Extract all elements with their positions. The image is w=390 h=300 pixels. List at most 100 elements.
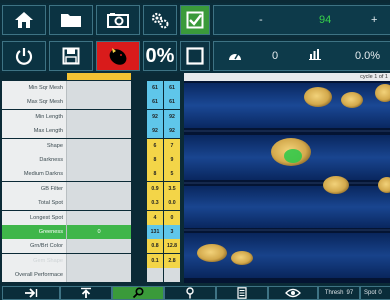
gears-icon (151, 12, 169, 29)
setting-current-value (67, 124, 131, 139)
stop-button[interactable] (96, 41, 140, 71)
setting-row[interactable]: Gem Shape 0.1 2.8 (0, 253, 184, 269)
setting-min-value[interactable]: 4 (147, 210, 163, 225)
setting-max-value[interactable]: 3.5 (164, 181, 180, 196)
setting-min-value[interactable]: 6 (147, 138, 163, 153)
setting-max-value[interactable]: 0 (164, 210, 180, 225)
setting-current-value (67, 196, 131, 211)
setting-min-value[interactable]: 0.1 (147, 253, 163, 268)
setting-max-value[interactable]: 0.0 (164, 196, 180, 211)
camera-icon (107, 13, 129, 28)
checkbox-checked-icon (186, 11, 204, 29)
stats-panel: 0 0.0% (213, 41, 390, 71)
camera-button[interactable] (96, 5, 140, 35)
spot-display: Spot 0 (360, 286, 390, 300)
setting-min-value[interactable]: 92 (147, 124, 163, 139)
setting-row[interactable]: Min Length 92 92 (0, 109, 184, 125)
setting-max-value[interactable]: 7 (164, 138, 180, 153)
setting-row[interactable]: Max Length 92 92 (0, 124, 184, 139)
home-button[interactable] (2, 5, 46, 35)
setting-min-value[interactable]: 0.8 (147, 239, 163, 254)
potato (341, 92, 363, 108)
power-button[interactable] (2, 41, 46, 71)
setting-current-value (67, 167, 131, 182)
potato (304, 87, 332, 107)
setting-row[interactable]: Shape 6 7 (0, 138, 184, 154)
setting-max-value[interactable]: 5 (164, 167, 180, 182)
setting-min-value[interactable]: 61 (147, 95, 163, 110)
cycle-indicator: cycle 1 of 1 (184, 73, 390, 81)
setting-row[interactable]: Medium Darkns 8 5 (0, 167, 184, 182)
setting-current-value (67, 181, 131, 196)
setting-row[interactable]: Greeness 0 131 3 (0, 225, 184, 240)
view-button[interactable] (268, 286, 318, 300)
setting-min-value[interactable]: 131 (147, 225, 163, 239)
next-button[interactable] (2, 286, 60, 300)
camera-image (184, 73, 390, 283)
setting-min-value[interactable]: 8 (147, 167, 163, 182)
setting-max-value[interactable]: 12.8 (164, 239, 180, 254)
setting-max-value[interactable]: 9 (164, 153, 180, 167)
counter-panel: - 94 + (213, 5, 390, 35)
conveyor-image (184, 73, 390, 283)
setting-row[interactable]: GB Filter 0.9 3.5 (0, 181, 184, 197)
setting-current-value (67, 153, 131, 167)
search-button[interactable] (112, 286, 164, 300)
setting-label: Gem Shape (2, 253, 67, 268)
arrow-right-icon (25, 288, 38, 298)
upload-button[interactable] (60, 286, 112, 300)
checkbox-empty-icon (186, 47, 204, 65)
decrement-button[interactable]: - (259, 14, 263, 26)
setting-current-value (67, 268, 131, 283)
eye-icon (285, 288, 301, 298)
second-toolbar: 0% 0 0.0% (0, 39, 390, 73)
setting-current-value (67, 109, 131, 124)
threshold-value: 97 (346, 290, 354, 296)
setting-row[interactable]: Darkness 8 9 (0, 153, 184, 168)
settings-button[interactable] (143, 5, 177, 35)
save-button[interactable] (49, 41, 93, 71)
threshold-display: Thresh 97 (318, 286, 360, 300)
setting-max-value[interactable]: 2.8 (164, 253, 180, 268)
setting-row[interactable]: Min Sqr Mesh 61 61 (0, 81, 184, 96)
setting-min-value[interactable]: 92 (147, 109, 163, 124)
setting-min-value[interactable] (147, 268, 163, 283)
potato (197, 244, 227, 262)
setting-label: Shape (2, 138, 67, 153)
toggle-checkbox[interactable] (180, 41, 210, 71)
threshold-label: Thresh (324, 290, 344, 296)
setting-min-value[interactable]: 8 (147, 153, 163, 167)
setting-current-value: 0 (67, 225, 131, 239)
setting-max-value[interactable]: 92 (164, 124, 180, 139)
setting-min-value[interactable]: 0.3 (147, 196, 163, 211)
open-folder-button[interactable] (49, 5, 93, 35)
setting-label: Longest Spot (2, 210, 67, 225)
setting-max-value[interactable] (164, 268, 180, 283)
percent-display: 0% (143, 41, 177, 71)
setting-max-value[interactable]: 92 (164, 109, 180, 124)
confirm-button[interactable] (180, 5, 210, 35)
pin-icon (186, 287, 194, 299)
column-highlight (67, 73, 131, 80)
potato-icon (109, 48, 127, 65)
setting-min-value[interactable]: 0.9 (147, 181, 163, 196)
setting-row[interactable]: Total Spot 0.3 0.0 (0, 196, 184, 211)
setting-label: Total Spot (2, 196, 67, 211)
top-toolbar: - 94 + (0, 3, 390, 37)
setting-row[interactable]: Grn/Brt Color 0.8 12.8 (0, 239, 184, 254)
setting-max-value[interactable]: 61 (164, 95, 180, 110)
setting-row[interactable]: Max Sqr Mesh 61 61 (0, 95, 184, 110)
increment-button[interactable]: + (371, 14, 377, 26)
speed-value: 0 (272, 50, 279, 62)
setting-min-value[interactable]: 61 (147, 81, 163, 95)
setting-label: GB Filter (2, 181, 67, 196)
setting-row[interactable]: Overall Performace (0, 268, 184, 283)
setting-row[interactable]: Longest Spot 4 0 (0, 210, 184, 226)
search-icon (132, 287, 144, 299)
setting-label: Greeness (2, 225, 67, 239)
setting-max-value[interactable]: 61 (164, 81, 180, 95)
location-button[interactable] (164, 286, 216, 300)
arrow-up-icon (81, 287, 91, 298)
setting-max-value[interactable]: 3 (164, 225, 180, 239)
document-button[interactable] (216, 286, 268, 300)
